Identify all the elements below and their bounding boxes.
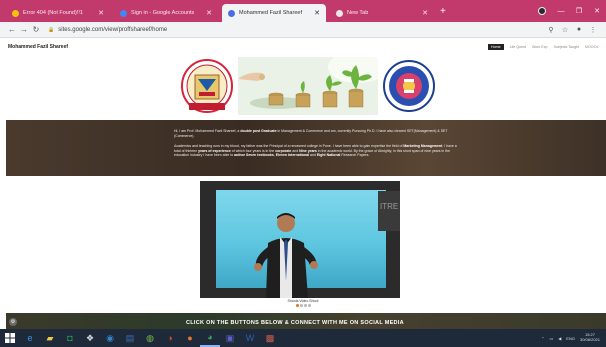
tab-close-icon[interactable]: ✕: [206, 9, 212, 17]
slideshow-caption: Shoots Video Shoot: [287, 299, 319, 303]
commerce-department-logo: [383, 60, 435, 112]
tab-favicon-icon: [336, 9, 343, 17]
volume-icon[interactable]: ◀: [558, 336, 561, 341]
tab-favicon-icon: [228, 9, 235, 17]
browser-tab[interactable]: Error 404 (Not Found)!!1 ✕: [6, 4, 110, 22]
intro-text-segment: corporate: [275, 148, 292, 153]
address-bar[interactable]: 🔒 sites.google.com/view/proffshareef/hom…: [48, 24, 538, 35]
speaker-figure: ITRE: [254, 191, 400, 298]
teams-icon[interactable]: ▣: [220, 329, 240, 347]
close-icon[interactable]: ✕: [588, 7, 606, 15]
growth-plants-banner: [238, 57, 378, 115]
intro-section: Hi, I am Prof. Mohammed Fazil Shareef, a…: [6, 120, 606, 176]
windows-start-icon[interactable]: [0, 329, 20, 347]
word-icon[interactable]: W: [240, 329, 260, 347]
firefox-icon[interactable]: ●: [180, 329, 200, 347]
intro-text-segment: Marketing Management: [403, 144, 443, 148]
file-explorer-icon[interactable]: ▰: [40, 329, 60, 347]
reload-icon[interactable]: ↻: [30, 25, 42, 34]
tab-close-icon[interactable]: ✕: [314, 9, 320, 17]
app-icon[interactable]: ◉: [100, 329, 120, 347]
lock-icon: 🔒: [48, 26, 55, 33]
slide-dot[interactable]: [300, 304, 303, 307]
browser-tab[interactable]: Sign in - Google Accounts ✕: [114, 4, 218, 22]
tab-title: Mohammed Fazil Shareef: [239, 10, 302, 16]
intro-text-segment: years of experience: [198, 148, 231, 153]
intro-text-segment: of which four years is in the: [230, 148, 276, 153]
browser-toolbar: ← → ↻ 🔒 sites.google.com/view/proffshare…: [0, 22, 606, 38]
windows-taskbar: e ▰ ◘ ❖ ◉ ▤ ◍ ◑ ● ◕ ▣ W ▩ ⌃ ▭ ◀ ENG 15:27 30/08/2021: [0, 329, 606, 347]
tab-favicon-icon: [12, 9, 19, 17]
menu-kebab-icon[interactable]: ⋮: [586, 26, 600, 34]
system-tray: ⌃ ▭ ◀ ENG 15:27 30/08/2021: [536, 329, 606, 347]
svg-text:ITRE: ITRE: [380, 202, 398, 211]
intro-text-segment: Nine years: [299, 148, 317, 153]
social-media-band: ⚙ CLICK ON THE BUTTONS BELOW & CONNECT W…: [6, 313, 606, 329]
tab-title: New Tab: [347, 10, 369, 16]
profile-icon[interactable]: ●: [572, 26, 586, 34]
back-arrow-icon[interactable]: ←: [6, 25, 18, 34]
language-indicator[interactable]: ENG: [566, 336, 575, 341]
slide-dot[interactable]: [296, 304, 299, 307]
store-icon[interactable]: ◘: [60, 329, 80, 347]
site-nav-item[interactable]: Home: [488, 44, 504, 50]
browser-tab[interactable]: Mohammed Fazil Shareef ✕: [222, 4, 326, 22]
site-nav-item[interactable]: Life Quest: [510, 45, 526, 49]
social-cta-text: CLICK ON THE BUTTONS BELOW & CONNECT WIT…: [186, 320, 404, 326]
site-header: Mohammed Fazil Shareef Home Life Quest Wor…: [0, 38, 606, 56]
app-icon[interactable]: ◑: [160, 329, 180, 347]
intro-text-segment: Eleven International: [275, 153, 310, 158]
tab-close-icon[interactable]: ✕: [98, 9, 104, 17]
site-navigation: Home Life Quest Work Exp Subjects Taught MOO…: [482, 44, 598, 50]
college-logo-left: [181, 59, 233, 113]
video-slideshow[interactable]: ITRE: [200, 181, 400, 298]
tab-title: Error 404 (Not Found)!!1: [23, 10, 83, 16]
site-nav-item[interactable]: MOOCs: [585, 45, 598, 49]
maximize-icon[interactable]: ❐: [570, 7, 588, 15]
tray-chevron-icon[interactable]: ⌃: [541, 336, 544, 341]
tab-title: Sign in - Google Accounts: [131, 10, 195, 16]
network-icon[interactable]: ▭: [549, 336, 553, 341]
url-text: sites.google.com/view/proffshareef/home: [58, 26, 168, 33]
intro-text-segment: author Seven textbooks: [234, 153, 274, 158]
site-title[interactable]: Mohammed Fazil Shareef: [8, 44, 68, 50]
bookmark-star-icon[interactable]: ☆: [558, 26, 572, 34]
new-tab-button[interactable]: +: [440, 4, 446, 22]
intro-text-segment: Hi, I am Prof. Mohammed Fazil Shareef, a: [174, 129, 241, 133]
intro-text-segment: Research Papers.: [340, 153, 370, 158]
intro-paragraph-2: Academics and teaching runs in my blood,…: [174, 144, 464, 158]
search-icon[interactable]: ⚲: [544, 26, 558, 34]
window-controls: — ❐ ✕: [538, 0, 606, 22]
gear-icon[interactable]: ⚙: [9, 318, 17, 326]
intro-text-segment: and: [309, 153, 317, 158]
site-nav-item[interactable]: Subjects Taught: [554, 45, 580, 49]
ie-icon[interactable]: e: [20, 329, 40, 347]
clock-date: 30/08/2021: [579, 337, 600, 342]
tab-favicon-icon: [120, 9, 127, 17]
intro-text-segment: Academics and teaching runs in my blood,…: [174, 144, 404, 148]
browser-tab[interactable]: New Tab ✕: [330, 4, 434, 22]
app-icon[interactable]: ❖: [80, 329, 100, 347]
forward-arrow-icon[interactable]: →: [18, 25, 30, 34]
slideshow-indicator: [296, 304, 312, 307]
app-icon[interactable]: ▤: [120, 329, 140, 347]
clock[interactable]: 15:27 30/08/2021: [580, 333, 600, 342]
minimize-icon[interactable]: —: [552, 8, 570, 15]
app-icon[interactable]: ▩: [260, 329, 280, 347]
app-icon[interactable]: ◍: [140, 329, 160, 347]
browser-tab-strip: Error 404 (Not Found)!!1 ✕ Sign in - Googl…: [0, 0, 606, 22]
chrome-icon[interactable]: ◕: [200, 329, 220, 347]
slide-dot[interactable]: [308, 304, 311, 307]
tab-close-icon[interactable]: ✕: [422, 9, 428, 17]
slide-dot[interactable]: [304, 304, 307, 307]
intro-text-segment: and: [291, 148, 300, 153]
site-nav-item[interactable]: Work Exp: [532, 45, 548, 49]
intro-paragraph-1: Hi, I am Prof. Mohammed Fazil Shareef, a…: [174, 129, 464, 138]
intro-text-segment: double post Graduate: [240, 129, 277, 133]
intro-text-segment: Eight National: [316, 153, 341, 158]
record-indicator-icon[interactable]: [538, 7, 546, 15]
